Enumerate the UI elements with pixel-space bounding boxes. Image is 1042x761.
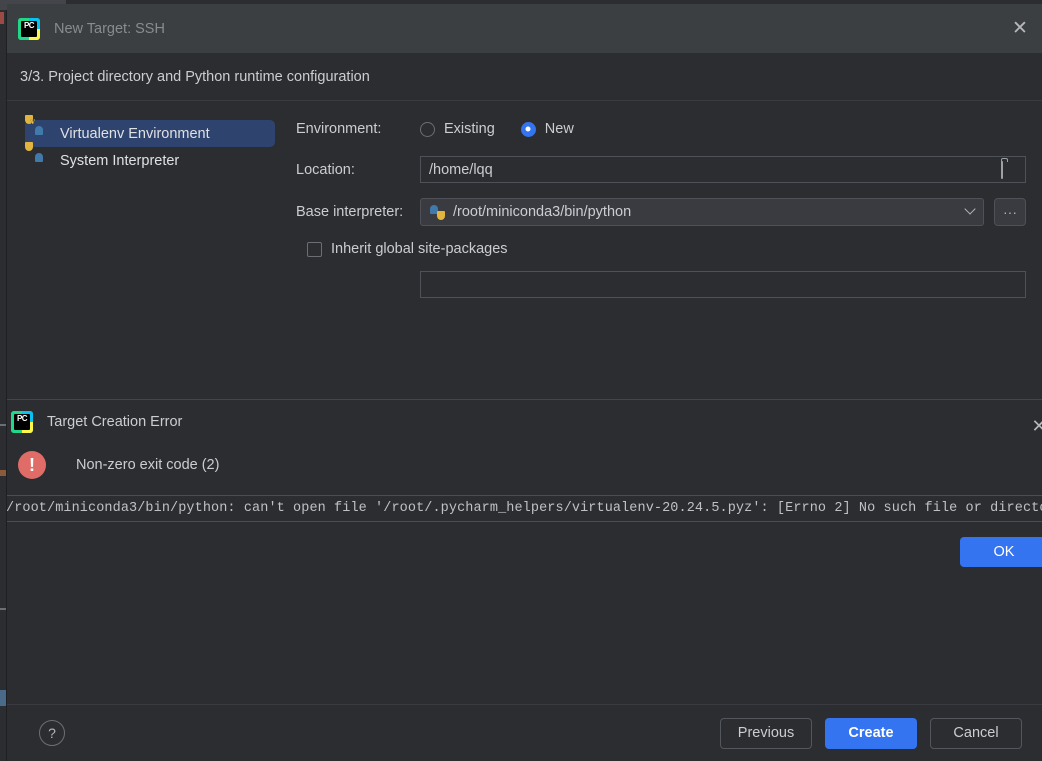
help-button[interactable]: ? (39, 720, 65, 746)
chevron-down-icon (964, 203, 976, 215)
dialog-body: v Virtualenv Environment System Interpre… (7, 101, 1042, 704)
new-target-dialog: PC New Target: SSH ✕ 3/3. Project direct… (7, 4, 1042, 761)
error-icon: ! (18, 451, 46, 479)
error-dialog-title: Target Creation Error (47, 414, 183, 430)
environment-type-list: v Virtualenv Environment System Interpre… (25, 115, 275, 174)
folder-icon[interactable] (1001, 160, 1019, 179)
background-scroll-marker-4 (0, 470, 6, 476)
base-interpreter-value: /root/miniconda3/bin/python (453, 204, 632, 220)
dialog-footer: ? Previous Create Cancel (7, 704, 1042, 761)
target-creation-error-dialog: PC Target Creation Error ✕ ! Non-zero ex… (7, 399, 1042, 582)
error-dialog-body: ! Non-zero exit code (2) /root/miniconda… (7, 444, 1042, 582)
radio-new-label: New (544, 121, 574, 137)
base-interpreter-label: Base interpreter: (296, 204, 404, 220)
pycharm-logo-text: PC (14, 414, 30, 430)
create-button[interactable]: Create (825, 717, 917, 749)
location-row: Location: /home/lqq (296, 156, 1026, 183)
list-item-virtualenv-environment[interactable]: v Virtualenv Environment (25, 115, 275, 147)
background-scroll-marker-1 (0, 424, 6, 426)
radio-existing-label: Existing (444, 121, 495, 137)
dialog-titlebar: PC New Target: SSH ✕ (7, 4, 1042, 53)
error-dialog-titlebar: PC Target Creation Error ✕ (7, 400, 1042, 444)
location-input-value: /home/lqq (429, 161, 493, 178)
close-icon[interactable]: ✕ (1006, 15, 1034, 43)
error-message-row: ! Non-zero exit code (2) (7, 451, 1042, 479)
inherit-global-site-packages-row[interactable]: Inherit global site-packages (307, 241, 1026, 257)
base-interpreter-browse-button[interactable]: ··· (994, 198, 1026, 226)
python-icon (429, 204, 446, 221)
clipped-field-input[interactable] (420, 271, 1026, 298)
ok-button[interactable]: OK (960, 537, 1042, 567)
error-console-output: /root/miniconda3/bin/python: can't open … (7, 495, 1042, 522)
python-icon (25, 142, 51, 169)
location-input[interactable]: /home/lqq (420, 156, 1026, 183)
inherit-global-site-packages-label: Inherit global site-packages (331, 241, 508, 257)
pycharm-logo-icon: PC (11, 411, 33, 433)
list-item-label: System Interpreter (60, 152, 180, 169)
error-dialog-buttons: OK (7, 522, 1042, 582)
background-scroll-marker-2 (0, 608, 6, 610)
radio-existing[interactable]: Existing (420, 121, 495, 137)
location-label: Location: (296, 161, 355, 178)
python-virtualenv-icon: v (25, 115, 51, 142)
radio-new-indicator (520, 121, 536, 137)
environment-row: Environment: Existing New (296, 117, 1026, 141)
error-message: Non-zero exit code (2) (76, 457, 220, 473)
inherit-global-site-packages-checkbox[interactable] (307, 241, 322, 257)
radio-existing-indicator (420, 121, 435, 137)
error-close-icon[interactable]: ✕ (1027, 414, 1042, 438)
step-header: 3/3. Project directory and Python runtim… (7, 53, 1042, 101)
cancel-button[interactable]: Cancel (930, 717, 1022, 749)
background-window-edge (0, 0, 7, 761)
pycharm-logo-text: PC (21, 20, 37, 37)
background-scroll-marker-3 (0, 690, 6, 706)
screen-root: PC New Target: SSH ✕ 3/3. Project direct… (0, 0, 1042, 761)
environment-form: Environment: Existing New Location: /hom… (296, 117, 1026, 298)
previous-button[interactable]: Previous (720, 717, 812, 749)
background-window-marker (0, 12, 4, 24)
clipped-field-row (307, 271, 1026, 298)
base-interpreter-row: Base interpreter: /root/miniconda3/bin/p… (296, 198, 1026, 226)
radio-new[interactable]: New (520, 121, 574, 137)
dialog-title: New Target: SSH (54, 20, 165, 37)
environment-label: Environment: (296, 121, 382, 137)
base-interpreter-select[interactable]: /root/miniconda3/bin/python (420, 198, 984, 226)
list-item-system-interpreter[interactable]: System Interpreter (25, 142, 275, 174)
list-item-label: Virtualenv Environment (60, 125, 210, 142)
pycharm-logo-icon: PC (18, 17, 40, 40)
environment-radio-group: Existing New (420, 121, 600, 137)
